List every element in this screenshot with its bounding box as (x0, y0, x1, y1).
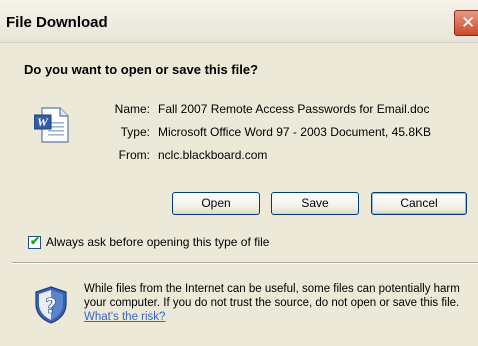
always-ask-label[interactable]: Always ask before opening this type of f… (46, 235, 269, 249)
separator (12, 262, 478, 264)
dialog-title: File Download (6, 14, 108, 31)
name-label: Name: (114, 102, 150, 116)
whats-the-risk-link[interactable]: What's the risk? (84, 311, 165, 323)
warning-text-block: While files from the Internet can be use… (84, 282, 472, 324)
warning-text: While files from the Internet can be use… (84, 283, 460, 309)
from-label: From: (118, 148, 150, 162)
always-ask-checkbox[interactable]: ✔ (28, 234, 41, 249)
name-value: Fall 2007 Remote Access Passwords for Em… (158, 102, 430, 116)
cancel-button[interactable]: Cancel (371, 192, 467, 215)
security-shield-icon: ? (35, 286, 67, 324)
dialog-heading: Do you want to open or save this file? (24, 62, 259, 77)
checkmark-icon: ✔ (30, 234, 41, 248)
svg-text:W: W (37, 115, 49, 129)
open-button[interactable]: Open (172, 192, 260, 215)
type-value: Microsoft Office Word 97 - 2003 Document… (158, 125, 432, 139)
from-value: nclc.blackboard.com (158, 148, 268, 162)
save-button[interactable]: Save (271, 192, 359, 215)
type-label: Type: (120, 125, 150, 139)
title-bar: File Download ✕ (0, 0, 478, 43)
close-button[interactable]: ✕ (454, 10, 478, 36)
svg-text:?: ? (45, 294, 57, 318)
close-icon: ✕ (461, 13, 476, 33)
word-document-icon: W (34, 107, 69, 143)
file-download-dialog: File Download ✕ Do you want to open or s… (0, 0, 478, 346)
